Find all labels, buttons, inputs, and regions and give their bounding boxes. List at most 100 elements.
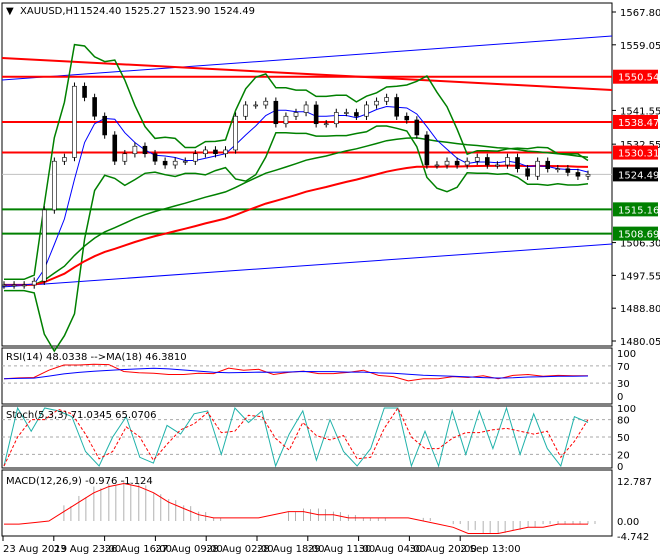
stoch-tick-label: 100 (617, 404, 636, 415)
candle (203, 149, 208, 155)
level-label: 1508.69 (618, 230, 659, 241)
candle (525, 168, 530, 177)
rsi-tick-label: 100 (617, 349, 636, 360)
candle (11, 284, 17, 287)
moving-average-green (4, 137, 589, 286)
candle (102, 115, 107, 136)
candle (213, 149, 218, 155)
price-tick-label: 1480.05 (620, 337, 660, 348)
candle (233, 115, 238, 151)
candle (333, 112, 339, 125)
candle (565, 168, 571, 173)
price-tick-label: 1488.80 (620, 304, 660, 315)
candle (394, 97, 399, 117)
rsi-tick-label: 70 (617, 362, 630, 373)
level-label: 1550.54 (618, 73, 659, 84)
macd-tick-label: 0.00 (617, 517, 639, 528)
stoch-tick-label: 0 (617, 462, 623, 473)
candle (122, 153, 128, 162)
candle (52, 160, 57, 211)
candle (464, 160, 470, 166)
candle (172, 160, 178, 166)
candle (364, 104, 369, 117)
candle (303, 104, 309, 113)
candle (585, 174, 591, 177)
rsi-tick-label: 0 (617, 392, 623, 403)
price-tick-label: 1567.80 (620, 8, 660, 19)
candle (72, 85, 77, 158)
trendline-lower (1, 243, 613, 288)
stoch-label: Stoch(5,3,3) 71.0345 65.0706 (6, 410, 157, 421)
candle (404, 115, 410, 121)
price-tick-label: 1497.55 (620, 271, 660, 282)
time-label: 2 Sep 13:00 (460, 544, 520, 555)
candle (555, 168, 561, 171)
candle (414, 119, 420, 136)
level-label: 1530.31 (618, 149, 659, 160)
price-panel (1, 35, 613, 353)
candle (182, 160, 188, 163)
panel-frames (1, 2, 613, 537)
candle (354, 112, 359, 117)
candle (21, 284, 27, 287)
candle (424, 134, 430, 166)
candle (253, 104, 259, 107)
candle (223, 149, 228, 155)
candle (263, 100, 269, 106)
stoch-tick-label: 50 (617, 433, 630, 444)
candle (323, 123, 329, 126)
candle (92, 97, 97, 117)
current-price-label: 1524.49 (618, 170, 659, 181)
candle (515, 157, 520, 170)
candle (444, 160, 450, 166)
candle (283, 115, 289, 125)
candle (485, 157, 490, 166)
candle (193, 153, 198, 162)
chart-canvas[interactable]: 1567.801559.051541.551532.551506.301497.… (0, 0, 660, 560)
candle (545, 160, 551, 170)
candle (112, 134, 118, 162)
trendline-resistance (1, 57, 613, 91)
ohlc-values: 1524.40 1525.27 1523.90 1524.49 (80, 6, 255, 17)
bollinger-lower (4, 125, 589, 353)
candle (62, 157, 67, 162)
candle (454, 160, 460, 166)
candle (142, 145, 148, 155)
candle (273, 100, 279, 125)
candle (1, 284, 7, 287)
candle (152, 153, 158, 162)
dropdown-arrow-icon[interactable]: ▼ (6, 6, 14, 17)
candle (505, 157, 510, 166)
macd-tick-label: 12.787 (617, 477, 652, 488)
macd-signal-line (4, 482, 588, 534)
macd-panel (4, 480, 596, 534)
symbol-label: XAUUSD,H1 (20, 6, 79, 17)
candle (474, 157, 480, 162)
axes: 1567.801559.051541.551532.551506.301497.… (2, 8, 660, 555)
candle (31, 280, 37, 286)
trading-chart[interactable]: 1567.801559.051541.551532.551506.301497.… (0, 0, 660, 560)
level-label: 1515.16 (618, 205, 659, 216)
candle (374, 100, 379, 106)
level-label: 1538.47 (618, 118, 659, 129)
stoch-tick-label: 20 (617, 450, 630, 461)
candle (243, 104, 248, 117)
candle (384, 97, 389, 102)
rsi-label: RSI(14) 48.0338 -->MA(18) 46.3810 (6, 352, 187, 363)
candle (313, 104, 319, 125)
candle (41, 209, 47, 282)
candle (495, 164, 500, 167)
rsi-ma-line (3, 367, 589, 380)
candle (535, 160, 540, 177)
macd-tick-label: -4.742 (617, 532, 649, 543)
stoch-tick-label: 80 (617, 416, 630, 427)
candle (162, 160, 168, 166)
candle (434, 164, 440, 167)
rsi-panel (2, 363, 612, 384)
rsi-tick-label: 30 (617, 379, 630, 390)
candle (575, 172, 581, 177)
candle (82, 85, 87, 98)
candle (344, 112, 349, 114)
candle (293, 112, 299, 117)
moving-average-red (4, 164, 589, 286)
